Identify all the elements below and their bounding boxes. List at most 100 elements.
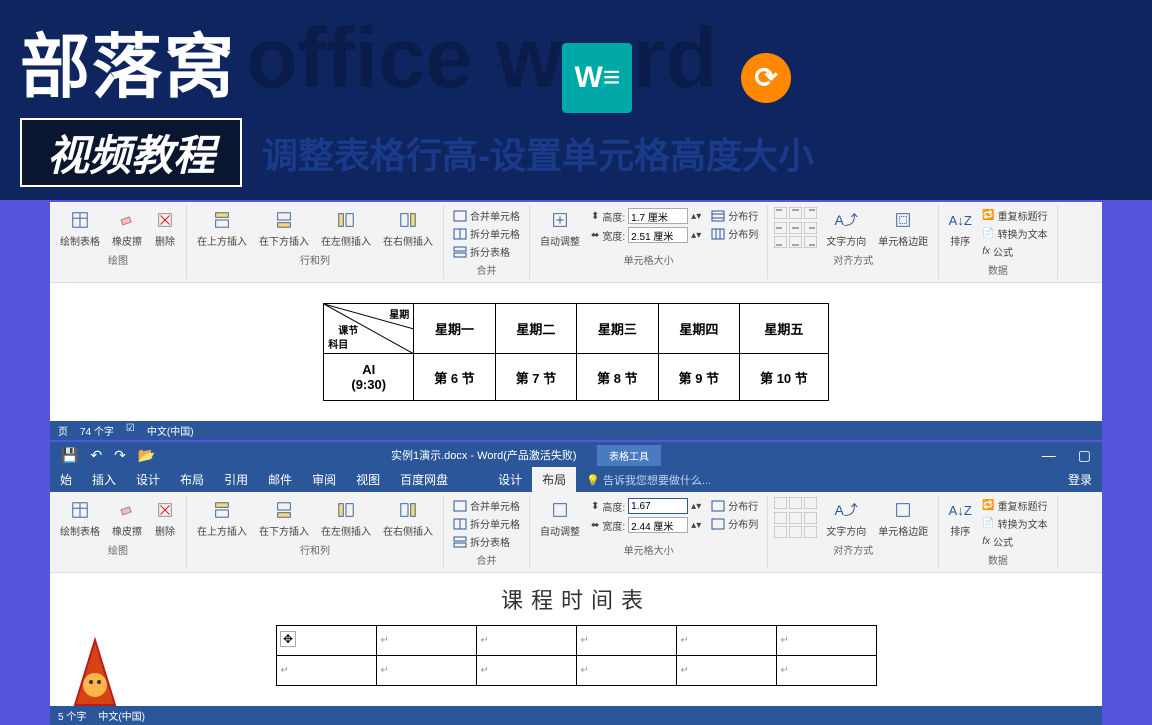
table-cell[interactable]: 第 9 节 (658, 354, 739, 401)
distribute-rows-button[interactable]: 分布行 (708, 207, 761, 224)
table-cell[interactable]: 星期三 (577, 304, 658, 354)
undo-icon[interactable]: ↶ (84, 447, 108, 464)
empty-schedule-table[interactable]: ↵↵↵↵↵↵ ↵↵↵↵↵↵ (276, 625, 877, 686)
split-cells-button[interactable]: 拆分单元格 (450, 225, 523, 242)
status-page[interactable]: 页 (58, 423, 68, 438)
sort-button[interactable]: A↓Z排序 (945, 207, 975, 260)
table-cell[interactable]: ↵ (476, 656, 576, 686)
spinner-icon[interactable]: ▴▾ (691, 520, 701, 531)
table-cell[interactable]: 星期一 (414, 304, 495, 354)
merge-cells-button[interactable]: 合并单元格 (450, 497, 523, 514)
status-lang[interactable]: 中文(中国) (147, 423, 194, 438)
split-table-button[interactable]: 拆分表格 (450, 533, 523, 550)
distribute-cols-button[interactable]: 分布列 (708, 515, 761, 532)
diagonal-header-cell[interactable]: 星期 课节 科目 (324, 304, 414, 354)
sort-button[interactable]: A↓Z排序 (945, 497, 975, 550)
insert-right-button[interactable]: 在右侧插入 (379, 207, 437, 250)
spinner-icon[interactable]: ▴▾ (691, 230, 701, 241)
table-cell[interactable]: ↵ (376, 656, 476, 686)
table-cell[interactable]: 第 10 节 (740, 354, 829, 401)
eraser-button[interactable]: 橡皮擦 (108, 207, 146, 250)
cell-margins-button[interactable]: 单元格边距 (874, 497, 932, 540)
insert-right-button[interactable]: 在右侧插入 (379, 497, 437, 540)
table-cell[interactable]: ↵ (676, 626, 776, 656)
open-icon[interactable]: 📂 (132, 447, 161, 464)
table-cell[interactable]: 第 7 节 (495, 354, 576, 401)
autofit-button[interactable]: 自动调整 (536, 207, 584, 250)
repeat-header-button[interactable]: 🔁重复标题行 (979, 497, 1050, 514)
insert-below-button[interactable]: 在下方插入 (255, 497, 313, 540)
tab-design[interactable]: 设计 (126, 467, 170, 492)
text-direction-button[interactable]: A⤴文字方向 (822, 207, 870, 250)
draw-table-button[interactable]: 绘制表格 (56, 207, 104, 250)
tab-insert[interactable]: 插入 (82, 467, 126, 492)
tab-start[interactable]: 始 (50, 467, 82, 492)
distribute-rows-button[interactable]: 分布行 (708, 497, 761, 514)
document-area-upper[interactable]: 星期 课节 科目 星期一 星期二 星期三 星期四 星期五 AI (9:30) 第… (50, 283, 1102, 421)
spinner-icon[interactable]: ▴▾ (691, 211, 701, 222)
height-input-active[interactable] (628, 498, 688, 514)
cell-margins-button[interactable]: 单元格边距 (874, 207, 932, 250)
delete-button[interactable]: 删除 (150, 497, 180, 540)
insert-left-button[interactable]: 在左侧插入 (317, 207, 375, 250)
tab-reference[interactable]: 引用 (214, 467, 258, 492)
tab-mail[interactable]: 邮件 (258, 467, 302, 492)
table-cell[interactable]: ↵ (476, 626, 576, 656)
insert-above-button[interactable]: 在上方插入 (193, 207, 251, 250)
formula-button[interactable]: fx公式 (979, 243, 1050, 260)
maximize-icon[interactable]: ▢ (1072, 447, 1097, 464)
table-cell[interactable]: 星期五 (740, 304, 829, 354)
tab-review[interactable]: 审阅 (302, 467, 346, 492)
split-cells-button[interactable]: 拆分单元格 (450, 515, 523, 532)
tab-context-design[interactable]: 设计 (488, 467, 532, 492)
login-button[interactable]: 登录 (1058, 467, 1102, 492)
table-cell[interactable]: ↵ (776, 626, 876, 656)
convert-text-button[interactable]: 📄转换为文本 (979, 515, 1050, 532)
alignment-grid[interactable] (774, 497, 818, 540)
split-table-button[interactable]: 拆分表格 (450, 243, 523, 260)
insert-left-button[interactable]: 在左侧插入 (317, 497, 375, 540)
minimize-icon[interactable]: — (1036, 447, 1062, 464)
spinner-icon[interactable]: ▴▾ (691, 501, 701, 512)
document-area-lower[interactable]: 课程时间表 ✥ ↵↵↵↵↵↵ ↵↵↵↵↵↵ (50, 573, 1102, 706)
table-cell[interactable]: AI (9:30) (324, 354, 414, 401)
alignment-grid[interactable] (774, 207, 818, 250)
autofit-button[interactable]: 自动调整 (536, 497, 584, 540)
height-input[interactable] (628, 208, 688, 224)
table-cell[interactable]: 第 6 节 (414, 354, 495, 401)
table-anchor-icon[interactable]: ✥ (280, 631, 296, 647)
tab-layout[interactable]: 布局 (170, 467, 214, 492)
tab-context-layout[interactable]: 布局 (532, 467, 576, 492)
tab-baidu[interactable]: 百度网盘 (390, 467, 458, 492)
draw-table-button[interactable]: 绘制表格 (56, 497, 104, 540)
tell-me-box[interactable]: 💡 告诉我您想要做什么... (576, 468, 721, 492)
tab-view[interactable]: 视图 (346, 467, 390, 492)
merge-cells-button[interactable]: 合并单元格 (450, 207, 523, 224)
text-direction-button[interactable]: A⤴文字方向 (822, 497, 870, 540)
eraser-button[interactable]: 橡皮擦 (108, 497, 146, 540)
document-title[interactable]: 课程时间表 (110, 583, 1042, 615)
repeat-header-button[interactable]: 🔁重复标题行 (979, 207, 1050, 224)
table-cell[interactable]: 星期二 (495, 304, 576, 354)
formula-button[interactable]: fx公式 (979, 533, 1050, 550)
table-cell[interactable]: 第 8 节 (577, 354, 658, 401)
width-input[interactable] (628, 517, 688, 533)
insert-above-button[interactable]: 在上方插入 (193, 497, 251, 540)
table-cell[interactable]: ↵ (576, 656, 676, 686)
insert-below-button[interactable]: 在下方插入 (255, 207, 313, 250)
table-cell[interactable]: 星期四 (658, 304, 739, 354)
save-icon[interactable]: 💾 (55, 447, 84, 464)
redo-icon[interactable]: ↷ (108, 447, 132, 464)
table-cell[interactable]: ↵ (576, 626, 676, 656)
width-input[interactable] (628, 227, 688, 243)
convert-text-button[interactable]: 📄转换为文本 (979, 225, 1050, 242)
draw-group-label: 绘图 (108, 252, 128, 267)
table-cell[interactable]: ↵ (376, 626, 476, 656)
status-words[interactable]: 74 个字 (80, 423, 114, 438)
table-cell[interactable]: ↵ (276, 656, 376, 686)
course-schedule-table[interactable]: 星期 课节 科目 星期一 星期二 星期三 星期四 星期五 AI (9:30) 第… (323, 303, 829, 401)
table-cell[interactable]: ↵ (776, 656, 876, 686)
table-cell[interactable]: ↵ (676, 656, 776, 686)
distribute-cols-button[interactable]: 分布列 (708, 225, 761, 242)
delete-button[interactable]: 删除 (150, 207, 180, 250)
